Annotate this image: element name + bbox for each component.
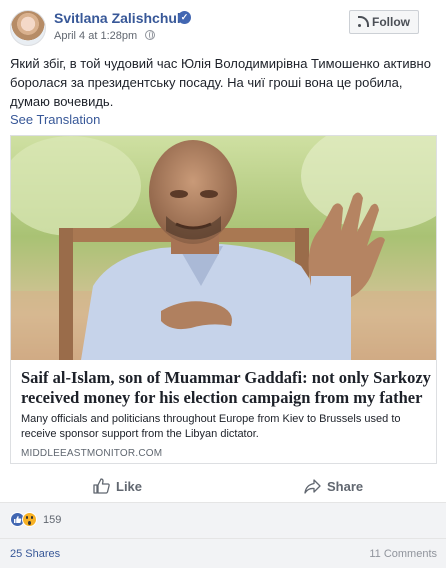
comments-count[interactable]: 11 Comments	[369, 548, 437, 560]
reaction-count: 159	[43, 513, 62, 526]
stats-divider	[0, 538, 446, 539]
globe-icon	[145, 30, 156, 40]
post-timestamp[interactable]: April 4 at 1:28pm	[54, 30, 137, 42]
thumbs-up-icon	[93, 478, 110, 494]
link-preview-image[interactable]	[11, 136, 436, 360]
link-title[interactable]: Saif al-Islam, son of Muammar Gaddafi: n…	[21, 368, 431, 408]
like-label: Like	[116, 478, 143, 494]
link-domain: MIDDLEEASTMONITOR.COM	[21, 448, 163, 459]
post-meta: April 4 at 1:28pm	[54, 30, 156, 42]
avatar[interactable]	[10, 10, 46, 46]
author-name[interactable]: Svitlana Zalishchuk	[54, 10, 185, 26]
share-label: Share	[327, 478, 364, 494]
portrait-photo	[11, 136, 436, 360]
link-preview-card[interactable]: Saif al-Islam, son of Muammar Gaddafi: n…	[10, 135, 437, 464]
follow-button[interactable]: Follow	[349, 10, 419, 34]
post-text: Який збіг, в той чудовий час Юлія Володи…	[10, 56, 431, 109]
share-button[interactable]: Share	[304, 470, 363, 502]
reactions-summary[interactable]: 159	[10, 512, 61, 527]
like-button[interactable]: Like	[93, 470, 142, 502]
action-bar: Like Share	[10, 470, 437, 502]
wow-reaction-icon	[22, 512, 37, 527]
rss-icon	[358, 16, 369, 27]
follow-label: Follow	[372, 15, 410, 29]
shares-count[interactable]: 25 Shares	[10, 548, 60, 560]
link-description: Many officials and politicians throughou…	[21, 413, 401, 440]
verified-badge-icon: ✓	[178, 11, 191, 24]
share-arrow-icon	[304, 478, 321, 494]
post-header: Svitlana Zalishchuk ✓ April 4 at 1:28pm …	[0, 0, 446, 48]
see-translation-link[interactable]: See Translation	[10, 112, 100, 127]
